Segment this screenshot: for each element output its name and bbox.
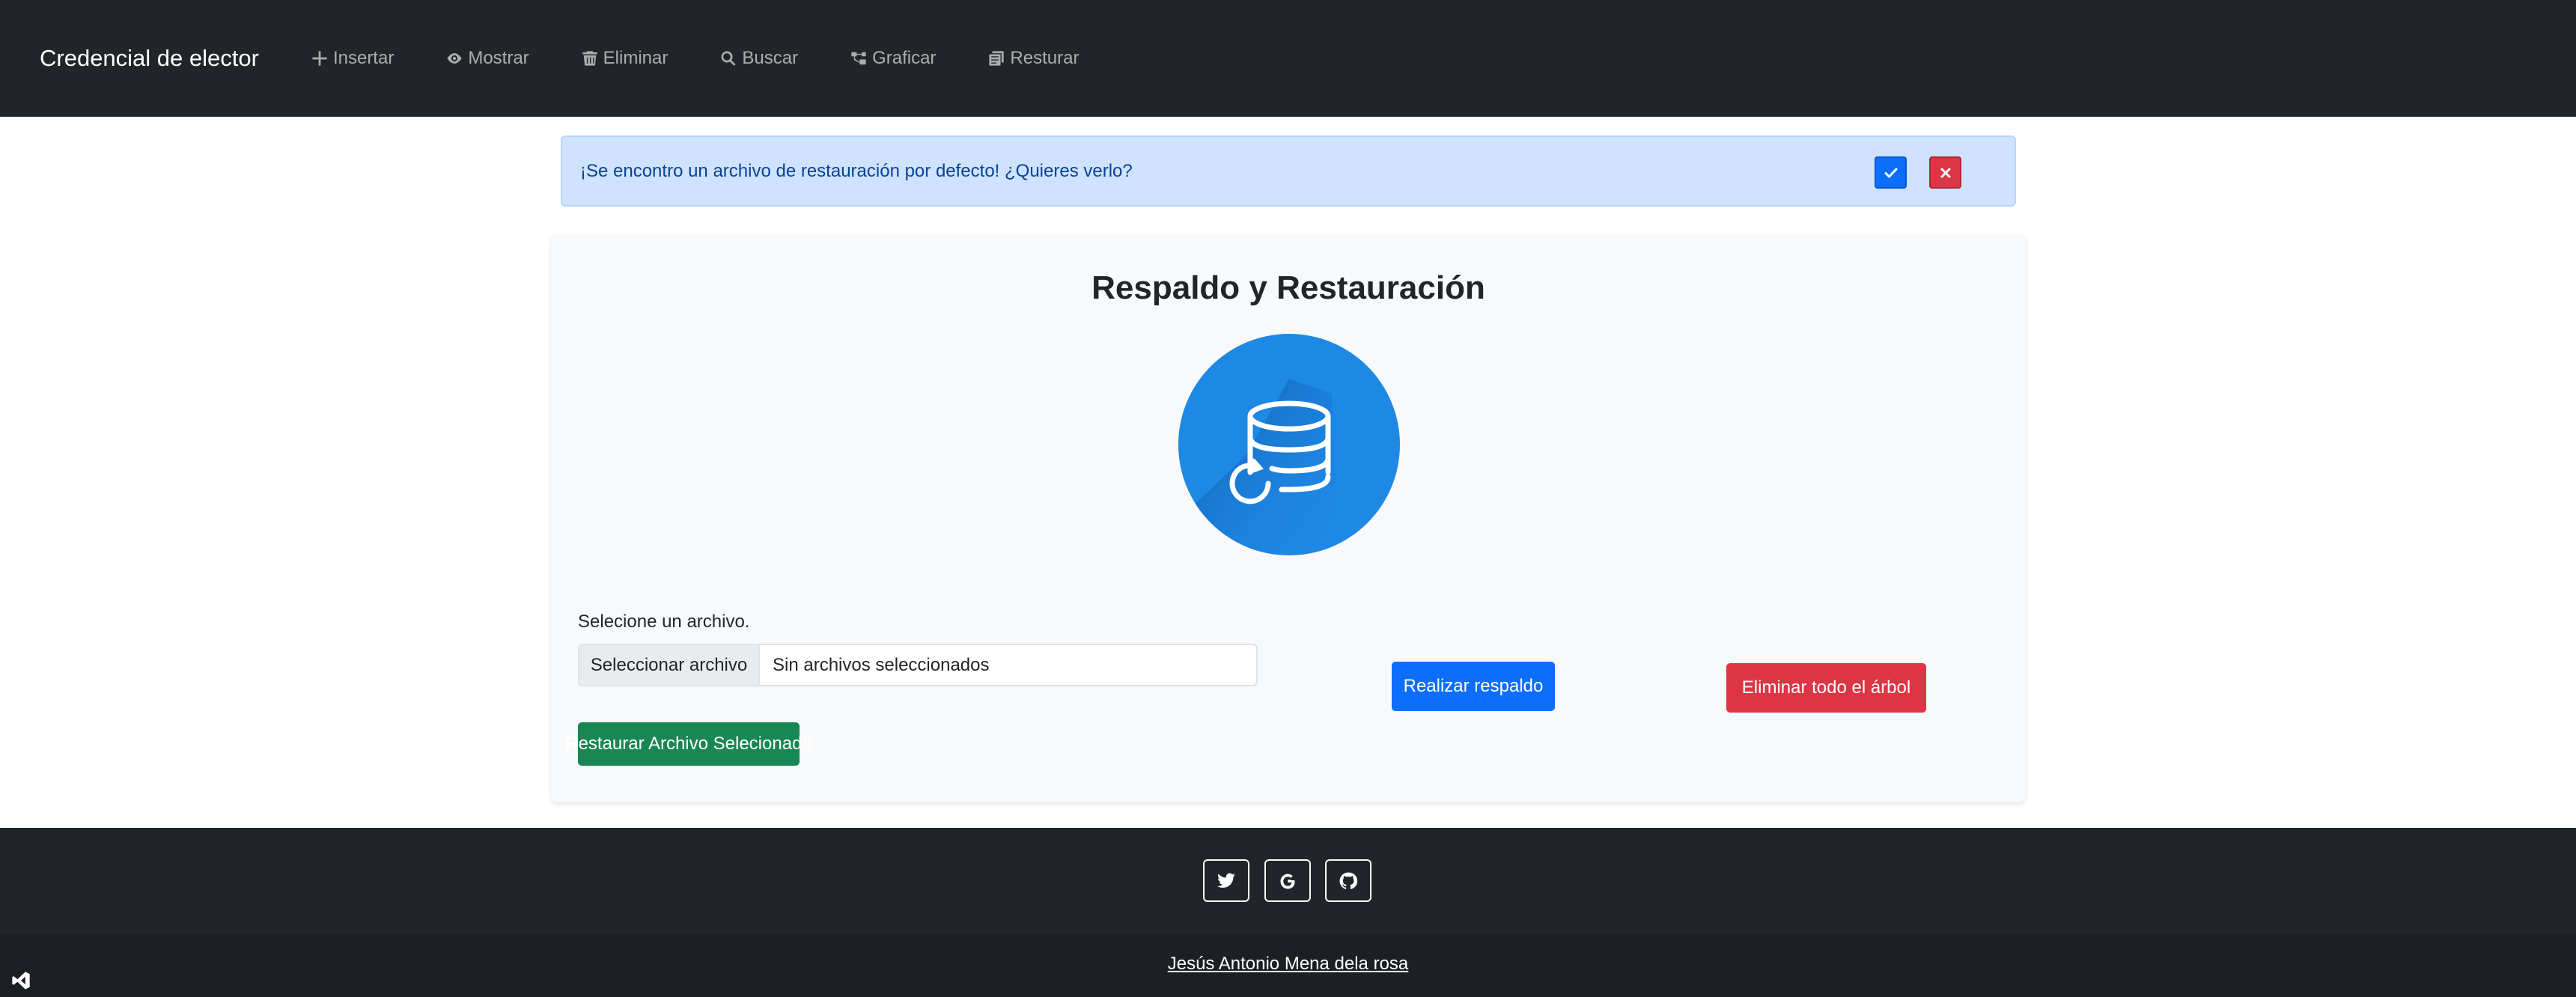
twitter-icon xyxy=(1217,873,1235,888)
backup-button[interactable]: Realizar respaldo xyxy=(1392,662,1555,711)
nav-mostrar[interactable]: Mostrar xyxy=(446,48,529,69)
search-icon xyxy=(721,51,736,66)
nav-label: Insertar xyxy=(332,48,395,68)
trash-icon xyxy=(582,51,597,66)
nav-resturar[interactable]: Resturar xyxy=(988,48,1079,69)
nav-buscar[interactable]: Buscar xyxy=(720,48,798,69)
top-navbar: Credencial de elector Insertar Mostrar E… xyxy=(0,0,2576,117)
nav-label: Resturar xyxy=(1010,48,1080,68)
nav-label: Mostrar xyxy=(468,48,529,68)
google-button[interactable] xyxy=(1264,859,1311,902)
github-icon xyxy=(1339,872,1358,889)
file-label: Selecione un archivo. xyxy=(578,612,750,632)
brand-title[interactable]: Credencial de elector xyxy=(40,45,259,72)
alert-message: ¡Se encontro un archivo de restauración … xyxy=(580,160,1133,181)
backup-restore-card: Respaldo y Restauración Selecione un arc… xyxy=(551,235,2026,802)
nav-insertar[interactable]: Insertar xyxy=(311,48,394,69)
nav-eliminar[interactable]: Eliminar xyxy=(582,48,669,69)
footer-social xyxy=(0,828,2576,934)
choose-file-button[interactable]: Seleccionar archivo xyxy=(579,645,760,685)
check-icon xyxy=(1884,168,1897,177)
diagram-icon xyxy=(851,52,866,65)
nav-label: Graficar xyxy=(872,48,937,68)
author-link[interactable]: Jesús Antonio Mena dela rosa xyxy=(0,954,2576,975)
database-restore-icon xyxy=(1178,334,1400,555)
delete-tree-button[interactable]: Eliminar todo el árbol xyxy=(1726,663,1926,713)
twitter-button[interactable] xyxy=(1203,859,1249,902)
nav-label: Buscar xyxy=(742,48,799,68)
close-icon xyxy=(1940,168,1950,177)
nav-label: Eliminar xyxy=(603,48,669,68)
alert-confirm-button[interactable] xyxy=(1875,156,1907,189)
file-status: Sin archivos seleccionados xyxy=(773,654,990,675)
restore-file-button[interactable]: Restaurar Archivo Selecionado xyxy=(565,722,812,766)
visual-studio-icon[interactable] xyxy=(10,970,31,991)
google-icon xyxy=(1280,873,1295,889)
plus-icon xyxy=(312,51,327,66)
alert-dismiss-button[interactable] xyxy=(1929,156,1961,189)
nav-graficar[interactable]: Graficar xyxy=(850,48,936,69)
file-input[interactable]: Seleccionar archivo Sin archivos selecci… xyxy=(578,644,1258,686)
files-icon xyxy=(989,51,1005,66)
card-title: Respaldo y Restauración xyxy=(1091,269,1485,306)
eye-icon xyxy=(447,53,462,64)
restore-alert: ¡Se encontro un archivo de restauración … xyxy=(561,135,2016,207)
github-button[interactable] xyxy=(1325,859,1371,902)
footer-credits: Jesús Antonio Mena dela rosa xyxy=(0,934,2576,997)
